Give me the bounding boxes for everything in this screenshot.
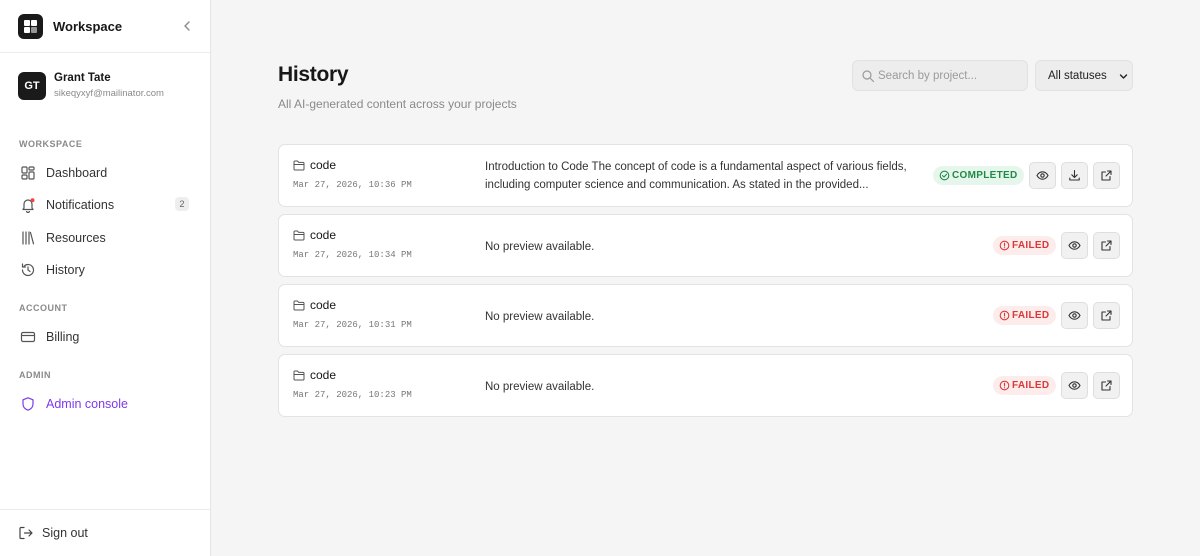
sidebar-item-dashboard[interactable]: Dashboard [12, 159, 198, 187]
content-preview: No preview available. [485, 311, 595, 323]
sign-out-button[interactable]: Sign out [0, 509, 210, 556]
view-button[interactable] [1061, 232, 1088, 259]
status-badge: COMPLETED [933, 166, 1025, 185]
history-icon [21, 263, 35, 277]
project-name: code [310, 158, 337, 172]
user-email: sikeqyxyf@mailinator.com [54, 88, 164, 99]
history-item: code Mar 27, 2026, 10:34 PM No preview a… [278, 214, 1133, 277]
timestamp: Mar 27, 2026, 10:34 PM [293, 250, 412, 260]
status-label: FAILED [1012, 380, 1050, 391]
view-button[interactable] [1061, 302, 1088, 329]
project-name: code [310, 368, 337, 382]
status-label: COMPLETED [952, 170, 1018, 181]
project-name: code [310, 228, 337, 242]
eye-icon [1036, 171, 1049, 180]
external-link-icon [1101, 380, 1112, 391]
content-preview: No preview available. [485, 381, 595, 393]
search-icon [862, 70, 875, 83]
sidebar: Workspace GT Grant Tate sikeqyxyf@mailin… [0, 0, 211, 556]
status-label: FAILED [1012, 310, 1050, 321]
section-label-workspace: WORKSPACE [19, 139, 83, 149]
status-badge: FAILED [993, 236, 1057, 255]
external-link-icon [1101, 240, 1112, 251]
avatar: GT [18, 72, 46, 100]
timestamp: Mar 27, 2026, 10:31 PM [293, 320, 412, 330]
eye-icon [1068, 241, 1081, 250]
alert-circle-icon [999, 240, 1010, 251]
sidebar-item-history[interactable]: History [12, 256, 198, 284]
status-label: FAILED [1012, 240, 1050, 251]
sidebar-item-admin-console[interactable]: Admin console [12, 390, 198, 418]
user-name: Grant Tate [54, 72, 111, 84]
sidebar-item-label: Admin console [46, 397, 128, 411]
sidebar-item-label: Dashboard [46, 166, 108, 180]
library-icon [22, 231, 35, 245]
open-external-button[interactable] [1093, 232, 1120, 259]
view-button[interactable] [1029, 162, 1056, 189]
bell-icon [22, 198, 35, 213]
status-badge: FAILED [993, 306, 1057, 325]
download-button[interactable] [1061, 162, 1088, 189]
sidebar-item-label: Resources [46, 231, 106, 245]
sign-out-label: Sign out [42, 526, 88, 540]
folder-icon [293, 160, 305, 171]
content-preview: No preview available. [485, 241, 595, 253]
sidebar-item-label: Billing [46, 330, 80, 344]
sidebar-item-resources[interactable]: Resources [12, 224, 198, 252]
user-profile[interactable]: GT Grant Tate sikeqyxyf@mailinator.com [0, 54, 210, 118]
workspace-header: Workspace [0, 0, 210, 53]
external-link-icon [1101, 170, 1112, 181]
search-input[interactable] [878, 61, 1023, 90]
notification-count-badge: 2 [175, 197, 189, 211]
external-link-icon [1101, 310, 1112, 321]
view-button[interactable] [1061, 372, 1088, 399]
status-badge: FAILED [993, 376, 1057, 395]
workspace-title: Workspace [53, 19, 123, 34]
open-external-button[interactable] [1093, 372, 1120, 399]
chevron-down-icon [1119, 74, 1128, 79]
sidebar-item-label: Notifications [46, 198, 115, 212]
chevron-left-icon[interactable] [180, 18, 194, 34]
workspace-logo-icon [18, 14, 43, 39]
history-item: code Mar 27, 2026, 10:23 PM No preview a… [278, 354, 1133, 417]
open-external-button[interactable] [1093, 302, 1120, 329]
page-title: History [278, 63, 349, 86]
status-filter-select[interactable]: All statuses [1035, 60, 1133, 91]
section-label-account: ACCOUNT [19, 303, 68, 313]
log-out-icon [19, 526, 33, 540]
alert-circle-icon [999, 310, 1010, 321]
eye-icon [1068, 381, 1081, 390]
sidebar-item-notifications[interactable]: Notifications 2 [12, 191, 198, 219]
folder-icon [293, 300, 305, 311]
alert-circle-icon [999, 380, 1010, 391]
open-external-button[interactable] [1093, 162, 1120, 189]
search-box [852, 60, 1028, 91]
history-item: code Mar 27, 2026, 10:36 PM Introduction… [278, 144, 1133, 207]
folder-icon [293, 370, 305, 381]
credit-card-icon [20, 331, 36, 343]
project-name: code [310, 298, 337, 312]
sidebar-item-billing[interactable]: Billing [12, 323, 198, 351]
content-preview: Introduction to Code The concept of code… [485, 161, 907, 191]
download-icon [1069, 169, 1080, 181]
eye-icon [1068, 311, 1081, 320]
shield-icon [22, 397, 34, 411]
timestamp: Mar 27, 2026, 10:23 PM [293, 390, 412, 400]
status-filter-value: All statuses [1048, 70, 1107, 82]
section-label-admin: ADMIN [19, 370, 51, 380]
history-item: code Mar 27, 2026, 10:31 PM No preview a… [278, 284, 1133, 347]
dashboard-icon [21, 166, 35, 180]
timestamp: Mar 27, 2026, 10:36 PM [293, 180, 412, 190]
sidebar-item-label: History [46, 263, 85, 277]
check-circle-icon [939, 170, 950, 181]
folder-icon [293, 230, 305, 241]
page-subtitle: All AI-generated content across your pro… [278, 97, 517, 111]
